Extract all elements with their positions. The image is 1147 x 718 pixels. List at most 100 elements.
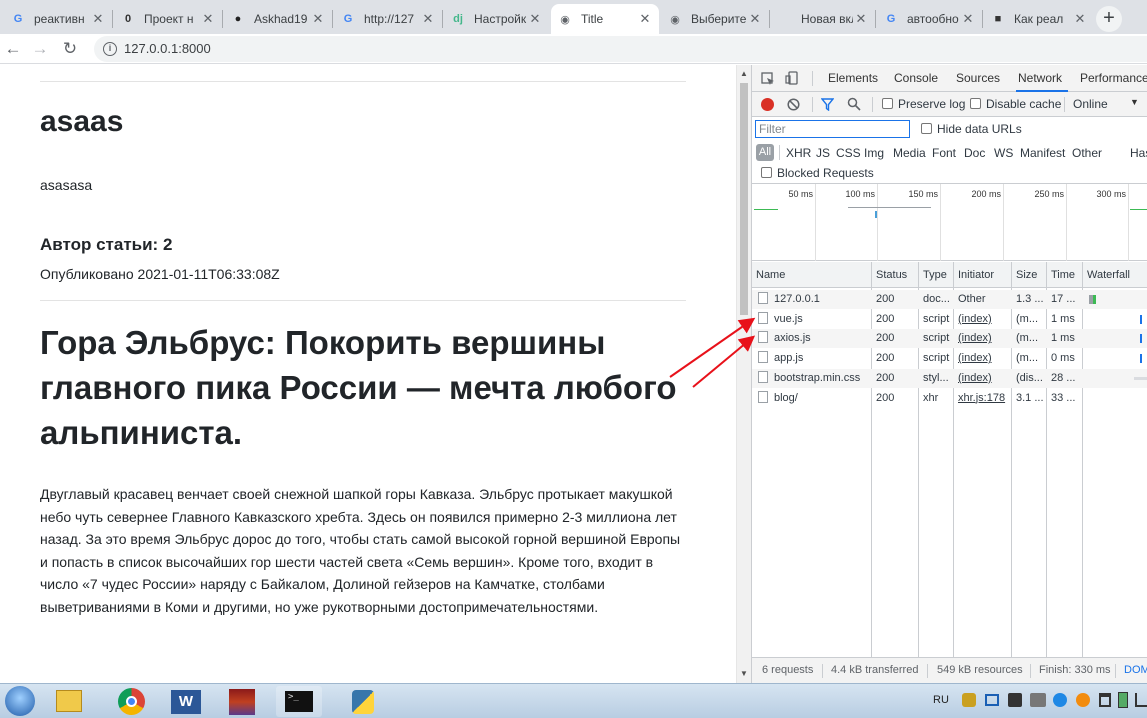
browser-tab[interactable]: Gавтообно ✕ — [877, 4, 982, 34]
scrollbar-thumb[interactable] — [740, 83, 748, 315]
search-icon[interactable] — [847, 97, 861, 111]
type-filter-doc[interactable]: Doc — [964, 146, 985, 160]
taskbar-explorer[interactable] — [46, 686, 92, 717]
info-icon[interactable]: i — [103, 42, 117, 56]
monitor-icon[interactable] — [1030, 693, 1046, 707]
table-row[interactable]: 127.0.0.1 200 doc... Other 1.3 ... 17 ... — [752, 290, 1147, 309]
browser-tab[interactable]: 0 Проект н ✕ — [114, 4, 222, 34]
close-icon[interactable]: ✕ — [637, 11, 653, 27]
back-arrow-icon[interactable]: ← — [2, 38, 24, 60]
close-icon[interactable]: ✕ — [527, 11, 543, 27]
scroll-up-icon[interactable]: ▲ — [737, 67, 751, 81]
type-filter-all[interactable]: All — [756, 144, 774, 161]
close-icon[interactable]: ✕ — [200, 11, 216, 27]
preserve-log-checkbox[interactable]: Preserve log — [882, 97, 965, 111]
device-toolbar-icon[interactable] — [785, 71, 799, 85]
browser-tab[interactable]: Gреактивн ✕ — [4, 4, 112, 34]
devtools-tab-sources[interactable]: Sources — [956, 65, 1000, 92]
usb-icon[interactable] — [1099, 693, 1111, 707]
cell-initiator[interactable]: (index) — [954, 349, 1012, 368]
inspect-element-icon[interactable] — [761, 72, 775, 86]
browser-tab[interactable]: dj Настройк ✕ — [444, 4, 549, 34]
scroll-down-icon[interactable]: ▼ — [737, 667, 751, 681]
close-icon[interactable]: ✕ — [853, 11, 869, 27]
address-bar[interactable]: i 127.0.0.1:8000 — [94, 36, 1147, 62]
devtools-tab-network[interactable]: Network — [1016, 65, 1069, 92]
browser-tab[interactable]: Новая вкладк✕ — [771, 4, 875, 34]
browser-tab[interactable]: Ghttp://127 ✕ — [334, 4, 442, 34]
table-row[interactable]: vue.js 200 script (index) (m... 1 ms — [752, 310, 1147, 329]
cell-name[interactable]: vue.js — [752, 310, 872, 329]
browser-tab[interactable]: ◉ Title ✕ — [551, 4, 659, 34]
blocked-requests-checkbox[interactable]: Blocked Requests — [761, 166, 874, 180]
column-header-waterfall[interactable]: Waterfall — [1083, 262, 1147, 288]
type-filter-xhr[interactable]: XHR — [786, 146, 811, 160]
cell-name[interactable]: 127.0.0.1 — [752, 290, 872, 309]
cell-initiator[interactable]: (index) — [954, 329, 1012, 348]
column-header-size[interactable]: Size — [1012, 262, 1047, 288]
cell-name[interactable]: bootstrap.min.css — [752, 369, 872, 388]
column-header-name[interactable]: Name — [752, 262, 872, 288]
record-icon[interactable] — [761, 98, 774, 111]
column-header-status[interactable]: Status — [872, 262, 919, 288]
column-header-initiator[interactable]: Initiator — [954, 262, 1012, 288]
close-icon[interactable]: ✕ — [310, 11, 326, 27]
reload-icon[interactable]: ↻ — [59, 38, 81, 60]
table-row[interactable]: app.js 200 script (index) (m... 0 ms — [752, 349, 1147, 368]
column-header-type[interactable]: Type — [919, 262, 954, 288]
devtools-tab-performance[interactable]: Performance — [1080, 65, 1147, 92]
tray-app-icon[interactable] — [985, 694, 999, 706]
type-filter-css[interactable]: CSS — [836, 146, 861, 160]
taskbar-python[interactable] — [340, 686, 386, 717]
table-row[interactable]: blog/200 xhr xhr.js:178 3.1 ... 33 ... — [752, 389, 1147, 408]
clear-icon[interactable] — [787, 98, 800, 111]
throttling-select[interactable]: Online — [1073, 97, 1108, 111]
type-filter-has[interactable]: Has — [1130, 146, 1147, 160]
cell-name[interactable]: blog/ — [752, 389, 872, 408]
type-filter-manifest[interactable]: Manifest — [1020, 146, 1065, 160]
browser-tab[interactable]: ◉ Выберите ✕ — [661, 4, 769, 34]
type-filter-font[interactable]: Font — [932, 146, 956, 160]
keyboard-language[interactable]: RU — [933, 694, 949, 706]
type-filter-img[interactable]: Img — [864, 146, 884, 160]
cell-name[interactable]: axios.js — [752, 329, 872, 348]
cell-name[interactable]: app.js — [752, 349, 872, 368]
type-filter-media[interactable]: Media — [893, 146, 926, 160]
browser-tab[interactable]: ■ Как реал ✕ — [984, 4, 1094, 34]
close-icon[interactable]: ✕ — [90, 11, 106, 27]
battery-icon[interactable] — [1118, 692, 1128, 708]
page-scrollbar[interactable]: ▲ ▼ — [736, 65, 751, 683]
tray-app-icon[interactable] — [1008, 693, 1022, 707]
forward-arrow-icon[interactable]: → — [29, 38, 51, 60]
type-filter-other[interactable]: Other — [1072, 146, 1102, 160]
browser-tab[interactable]: ● Askhad19 ✕ — [224, 4, 332, 34]
column-header-time[interactable]: Time — [1047, 262, 1083, 288]
taskbar-cmd[interactable]: >_ — [276, 686, 322, 717]
close-icon[interactable]: ✕ — [420, 11, 436, 27]
disable-cache-checkbox[interactable]: Disable cache — [970, 97, 1061, 111]
filter-input[interactable]: Filter — [755, 120, 910, 138]
chevron-down-icon[interactable]: ▼ — [1130, 97, 1139, 107]
cell-initiator[interactable]: (index) — [954, 310, 1012, 329]
new-tab-button[interactable]: + — [1096, 6, 1122, 32]
taskbar-chrome[interactable] — [109, 686, 155, 717]
hide-data-urls-checkbox[interactable]: Hide data URLs — [921, 122, 1022, 136]
table-row[interactable]: axios.js 200 script (index) (m... 1 ms — [752, 329, 1147, 349]
filter-icon[interactable] — [821, 98, 834, 111]
taskbar-winrar[interactable] — [219, 686, 265, 717]
close-icon[interactable]: ✕ — [747, 11, 763, 27]
devtools-tab-console[interactable]: Console — [894, 65, 938, 92]
taskbar-word[interactable]: W — [163, 686, 209, 717]
tray-app-icon[interactable] — [962, 693, 976, 707]
start-button[interactable] — [0, 684, 40, 718]
close-icon[interactable]: ✕ — [1072, 11, 1088, 27]
tray-app-icon[interactable] — [1053, 693, 1067, 707]
type-filter-js[interactable]: JS — [816, 146, 830, 160]
cell-initiator[interactable]: xhr.js:178 — [954, 389, 1012, 408]
tray-app-icon[interactable] — [1076, 693, 1090, 707]
type-filter-ws[interactable]: WS — [994, 146, 1013, 160]
table-row[interactable]: bootstrap.min.css 200 styl... (index) (dis..… — [752, 368, 1147, 388]
devtools-tab-elements[interactable]: Elements — [828, 65, 878, 92]
cell-initiator[interactable]: (index) — [954, 369, 1012, 388]
network-status-icon[interactable] — [1135, 693, 1147, 707]
